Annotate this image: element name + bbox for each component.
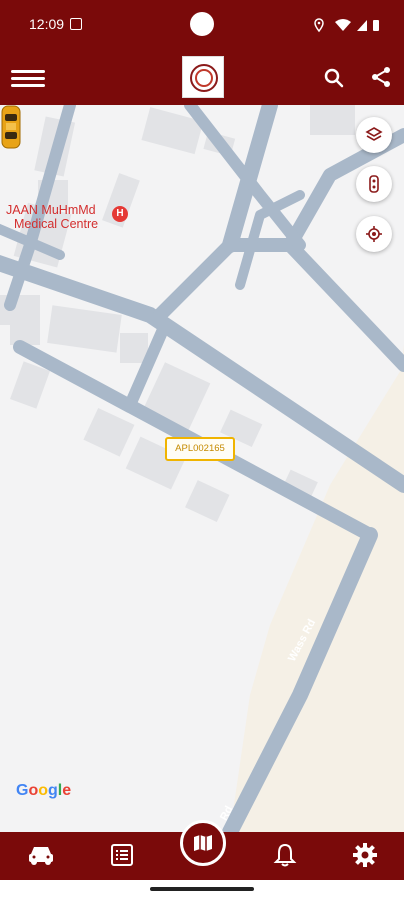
poi-name: JAAN MuHmMd bbox=[6, 203, 96, 217]
status-icons bbox=[314, 18, 379, 33]
menu-button[interactable] bbox=[11, 70, 45, 88]
share-button[interactable] bbox=[369, 65, 393, 89]
hospital-icon[interactable]: H bbox=[112, 206, 128, 222]
traffic-light-icon bbox=[369, 175, 379, 193]
map-icon bbox=[194, 835, 212, 851]
camera-cutout bbox=[190, 12, 214, 36]
app-bar bbox=[0, 50, 404, 105]
search-button[interactable] bbox=[322, 66, 346, 90]
sim-icon bbox=[70, 18, 82, 30]
list-icon bbox=[111, 844, 133, 866]
map-view[interactable]: JAAN MuHmMd Medical Centre H APL002165 W… bbox=[0, 105, 404, 832]
search-icon bbox=[324, 68, 344, 88]
nav-map[interactable] bbox=[180, 820, 226, 866]
status-bar: 12:09 bbox=[0, 0, 404, 50]
gear-icon bbox=[353, 843, 377, 867]
traffic-button[interactable] bbox=[356, 166, 392, 202]
nav-settings[interactable] bbox=[350, 840, 380, 870]
my-location-icon bbox=[366, 226, 382, 242]
nav-vehicles[interactable] bbox=[26, 840, 56, 870]
nav-list[interactable] bbox=[107, 840, 137, 870]
layers-button[interactable] bbox=[356, 117, 392, 153]
layers-icon bbox=[365, 127, 383, 141]
my-location-button[interactable] bbox=[356, 216, 392, 252]
status-time: 12:09 bbox=[29, 16, 65, 32]
nav-notifications[interactable] bbox=[270, 840, 300, 870]
car-icon bbox=[29, 847, 53, 865]
home-indicator[interactable] bbox=[150, 887, 254, 891]
google-attribution: Google bbox=[16, 782, 72, 799]
vehicle-id-tag[interactable]: APL002165 bbox=[165, 437, 235, 461]
car-marker-icon[interactable] bbox=[0, 105, 22, 149]
app-logo bbox=[182, 56, 224, 98]
poi-subtitle: Medical Centre bbox=[14, 217, 99, 231]
share-icon bbox=[372, 67, 390, 87]
poi-label[interactable]: JAAN MuHmMd Medical Centre bbox=[6, 203, 98, 231]
bell-icon bbox=[273, 843, 297, 867]
